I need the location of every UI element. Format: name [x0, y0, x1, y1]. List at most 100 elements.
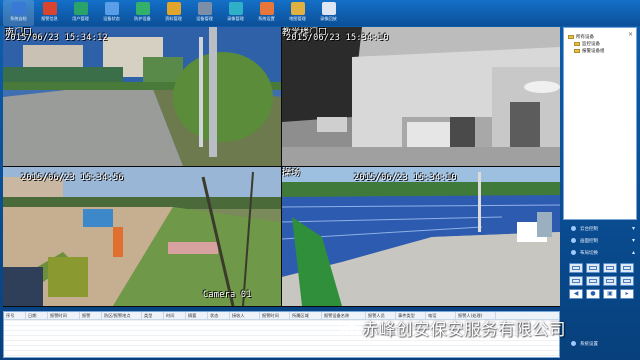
- log-column-header[interactable]: 类型: [142, 312, 164, 319]
- gear-icon: [571, 341, 576, 346]
- users-icon: [73, 2, 88, 15]
- exit-button[interactable]: ▸: [620, 289, 634, 299]
- gear-icon: [259, 2, 274, 15]
- log-column-header[interactable]: 状态: [208, 312, 230, 319]
- toolbar-button-label: 设备状态: [103, 16, 120, 21]
- toolbar-button-11[interactable]: 录像回放: [313, 0, 344, 26]
- camera-view-2[interactable]: 教学楼门口 2015/06/23 15:34:10: [282, 27, 560, 166]
- archive-icon: [166, 2, 181, 15]
- ptz-icon: [571, 226, 576, 231]
- folder-icon: [568, 35, 574, 39]
- fullscreen-icon: ▣: [607, 290, 613, 297]
- camera-3-scene: [3, 167, 281, 306]
- layout-switch-label: 布局切换: [580, 250, 598, 256]
- playback-icon: [321, 2, 336, 15]
- speaker-icon: ◀: [573, 290, 579, 297]
- system-settings-button[interactable]: 系统设置: [571, 339, 635, 348]
- toolbar-button-8[interactable]: 录像管理: [220, 0, 251, 26]
- camera-4-title: 操场: [282, 168, 301, 178]
- toolbar-button-9[interactable]: 系统设置: [251, 0, 282, 26]
- layout-2x2-button[interactable]: [586, 263, 600, 273]
- picture-control-button[interactable]: 画面控制 ▾: [571, 236, 635, 245]
- log-column-header[interactable]: 报警时间: [260, 312, 290, 319]
- layout-2-8-button[interactable]: [603, 276, 617, 286]
- tree-item-label: 监控设备: [582, 42, 600, 47]
- device-icon: [104, 2, 119, 15]
- tree-item-child-2[interactable]: 报警设备组: [574, 48, 605, 54]
- company-watermark: 赤峰创安保安服务有限公司: [340, 316, 566, 340]
- log-column-header[interactable]: 时间: [164, 312, 186, 319]
- toolbar-button-6[interactable]: 资料管理: [158, 0, 189, 26]
- tree-item-child-1[interactable]: 监控设备: [574, 41, 600, 47]
- layout-4x4-button[interactable]: [620, 263, 634, 273]
- record-icon: [228, 2, 243, 15]
- toolbar-button-label: 防护设备: [134, 16, 151, 21]
- log-column-header[interactable]: 摘要: [186, 312, 208, 319]
- surveillance-app: 系统自检 报警信息 用户管理 设备状态 防护设备 资料管理 设备管理 录像管理 系统设置 地图管理…: [0, 0, 640, 360]
- toolbar-button-label: 录像管理: [227, 16, 244, 21]
- layout-custom-button[interactable]: [620, 276, 634, 286]
- toolbar-button-10[interactable]: 地图管理: [282, 0, 313, 26]
- layout-1x1-button[interactable]: [569, 263, 583, 273]
- log-column-header[interactable]: 所属区域: [290, 312, 322, 319]
- camera-2-timestamp: 2015/06/23 15:34:10: [286, 33, 389, 43]
- camera-view-3[interactable]: 2015/06/23 15:34:56 Camera 01: [3, 167, 281, 306]
- toolbar-button-label: 用户管理: [72, 16, 89, 21]
- camera-view-4[interactable]: 操场 2015/06/23 15:34:10: [282, 167, 560, 306]
- log-column-header[interactable]: 报警时间: [48, 312, 80, 319]
- toolbar-button-label: 系统自检: [10, 16, 27, 21]
- camera-4-timestamp: 2015/06/23 15:34:10: [354, 173, 457, 183]
- layout-switch-button[interactable]: 布局切换 ▴: [571, 248, 635, 257]
- system-settings-label: 系统设置: [580, 341, 598, 347]
- camera-1-timestamp: 2015/06/23 15:34:12: [5, 33, 108, 43]
- log-column-header[interactable]: 报警: [80, 312, 102, 319]
- exit-icon: ▸: [625, 290, 629, 297]
- toolbar-button-7[interactable]: 设备管理: [189, 0, 220, 26]
- folder-icon: [574, 49, 580, 53]
- toolbar-button-4[interactable]: 设备状态: [96, 0, 127, 26]
- wechat-icon: [340, 321, 358, 335]
- camera-4-scene: [282, 167, 560, 306]
- chevron-up-icon: ▴: [631, 249, 635, 256]
- layout-3x3-button[interactable]: [603, 263, 617, 273]
- fullscreen-button[interactable]: ▣: [603, 289, 617, 299]
- shield-icon: [135, 2, 150, 15]
- camera-3-timestamp: 2015/06/23 15:34:56: [21, 173, 124, 183]
- picture-icon: [571, 238, 576, 243]
- toolbar-button-5[interactable]: 防护设备: [127, 0, 158, 26]
- chevron-down-icon: ▾: [631, 237, 635, 244]
- main-toolbar: 系统自检 报警信息 用户管理 设备状态 防护设备 资料管理 设备管理 录像管理 系统设置 地图管理…: [0, 0, 640, 26]
- tree-item-label: 报警设备组: [582, 49, 605, 54]
- tree-item-root[interactable]: 所有设备: [568, 34, 594, 40]
- log-column-header[interactable]: 接收人: [230, 312, 260, 319]
- chevron-down-icon: ▾: [631, 225, 635, 232]
- ptz-control-button[interactable]: 云台控制 ▾: [571, 224, 635, 233]
- picture-control-label: 画面控制: [580, 238, 598, 244]
- layout-icon: [571, 250, 576, 255]
- log-column-header[interactable]: 防区/报警地点: [102, 312, 142, 319]
- speaker-button[interactable]: ◀: [569, 289, 583, 299]
- log-column-header[interactable]: 序号: [4, 312, 26, 319]
- device-tree[interactable]: × 所有设备 监控设备 报警设备组: [563, 27, 637, 220]
- toolbar-button-label: 录像回放: [320, 16, 337, 21]
- tree-item-label: 所有设备: [576, 35, 594, 40]
- camera-1-scene: [3, 27, 281, 166]
- tree-close-icon[interactable]: ×: [628, 31, 633, 38]
- toolbar-button-1[interactable]: 系统自检: [3, 0, 34, 26]
- toolbar-button-3[interactable]: 用户管理: [65, 0, 96, 26]
- log-column-header[interactable]: 日期: [26, 312, 48, 319]
- layout-1-5-button[interactable]: [569, 276, 583, 286]
- video-grid: 南门口 2015/06/23 15:34:12 教学楼门口 2015/06/23…: [3, 27, 560, 307]
- settings-icon: [197, 2, 212, 15]
- toolbar-button-2[interactable]: 报警信息: [34, 0, 65, 26]
- camera-view-1[interactable]: 南门口 2015/06/23 15:34:12: [3, 27, 281, 166]
- toolbar-button-label: 报警信息: [41, 16, 58, 21]
- toolbar-button-label: 设备管理: [196, 16, 213, 21]
- alarm-icon: [42, 2, 57, 15]
- layout-grid: ◀ ● ▣ ▸: [569, 263, 635, 300]
- layout-1-7-button[interactable]: [586, 276, 600, 286]
- snapshot-button[interactable]: ●: [586, 289, 600, 299]
- monitor-icon: [11, 2, 26, 15]
- map-icon: [290, 2, 305, 15]
- toolbar-button-label: 资料管理: [165, 16, 182, 21]
